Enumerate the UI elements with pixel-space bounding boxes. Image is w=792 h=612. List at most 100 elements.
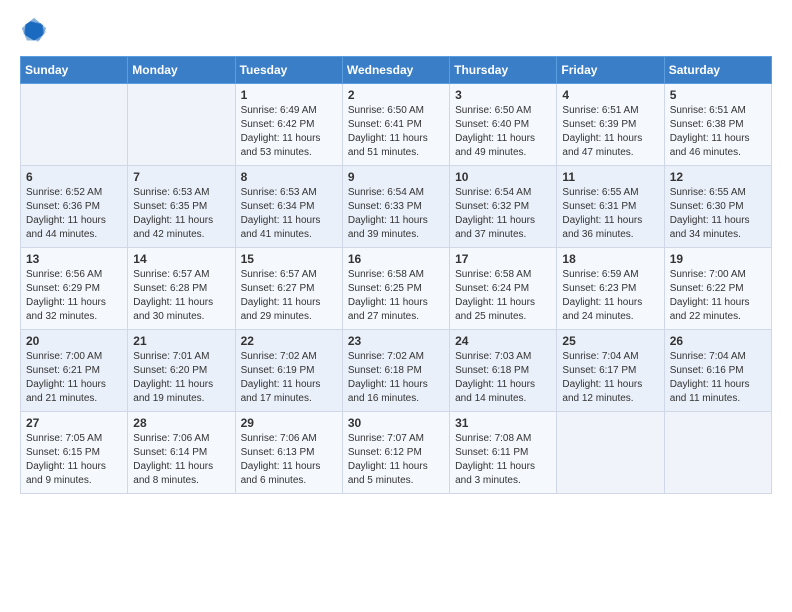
calendar-cell: 21 Sunrise: 7:01 AMSunset: 6:20 PMDaylig…: [128, 330, 235, 412]
day-number: 29: [241, 416, 337, 430]
day-number: 6: [26, 170, 122, 184]
day-number: 21: [133, 334, 229, 348]
calendar-cell: 5 Sunrise: 6:51 AMSunset: 6:38 PMDayligh…: [664, 84, 771, 166]
calendar-cell: [557, 412, 664, 494]
calendar-table: SundayMondayTuesdayWednesdayThursdayFrid…: [20, 56, 772, 494]
calendar-week-row: 13 Sunrise: 6:56 AMSunset: 6:29 PMDaylig…: [21, 248, 772, 330]
calendar-cell: 28 Sunrise: 7:06 AMSunset: 6:14 PMDaylig…: [128, 412, 235, 494]
calendar-week-row: 27 Sunrise: 7:05 AMSunset: 6:15 PMDaylig…: [21, 412, 772, 494]
day-number: 14: [133, 252, 229, 266]
cell-content: Sunrise: 7:04 AMSunset: 6:16 PMDaylight:…: [670, 350, 766, 406]
cell-content: Sunrise: 7:03 AMSunset: 6:18 PMDaylight:…: [455, 350, 551, 406]
header: [20, 16, 772, 44]
cell-content: Sunrise: 7:00 AMSunset: 6:21 PMDaylight:…: [26, 350, 122, 406]
cell-content: Sunrise: 6:55 AMSunset: 6:30 PMDaylight:…: [670, 186, 766, 242]
calendar-cell: 9 Sunrise: 6:54 AMSunset: 6:33 PMDayligh…: [342, 166, 449, 248]
calendar-cell: 7 Sunrise: 6:53 AMSunset: 6:35 PMDayligh…: [128, 166, 235, 248]
cell-content: Sunrise: 6:53 AMSunset: 6:35 PMDaylight:…: [133, 186, 229, 242]
logo: [20, 16, 52, 44]
calendar-cell: 11 Sunrise: 6:55 AMSunset: 6:31 PMDaylig…: [557, 166, 664, 248]
calendar-cell: 18 Sunrise: 6:59 AMSunset: 6:23 PMDaylig…: [557, 248, 664, 330]
calendar-cell: [664, 412, 771, 494]
calendar-cell: 25 Sunrise: 7:04 AMSunset: 6:17 PMDaylig…: [557, 330, 664, 412]
calendar-week-row: 6 Sunrise: 6:52 AMSunset: 6:36 PMDayligh…: [21, 166, 772, 248]
calendar-cell: 31 Sunrise: 7:08 AMSunset: 6:11 PMDaylig…: [450, 412, 557, 494]
calendar-cell: 16 Sunrise: 6:58 AMSunset: 6:25 PMDaylig…: [342, 248, 449, 330]
weekday-header: Tuesday: [235, 57, 342, 84]
cell-content: Sunrise: 7:06 AMSunset: 6:13 PMDaylight:…: [241, 432, 337, 488]
calendar-cell: 8 Sunrise: 6:53 AMSunset: 6:34 PMDayligh…: [235, 166, 342, 248]
cell-content: Sunrise: 6:50 AMSunset: 6:40 PMDaylight:…: [455, 104, 551, 160]
day-number: 13: [26, 252, 122, 266]
calendar-cell: 26 Sunrise: 7:04 AMSunset: 6:16 PMDaylig…: [664, 330, 771, 412]
day-number: 2: [348, 88, 444, 102]
cell-content: Sunrise: 6:56 AMSunset: 6:29 PMDaylight:…: [26, 268, 122, 324]
cell-content: Sunrise: 7:01 AMSunset: 6:20 PMDaylight:…: [133, 350, 229, 406]
weekday-header: Friday: [557, 57, 664, 84]
cell-content: Sunrise: 6:51 AMSunset: 6:39 PMDaylight:…: [562, 104, 658, 160]
calendar-week-row: 20 Sunrise: 7:00 AMSunset: 6:21 PMDaylig…: [21, 330, 772, 412]
cell-content: Sunrise: 6:58 AMSunset: 6:25 PMDaylight:…: [348, 268, 444, 324]
logo-icon: [20, 16, 48, 44]
day-number: 18: [562, 252, 658, 266]
calendar-cell: 4 Sunrise: 6:51 AMSunset: 6:39 PMDayligh…: [557, 84, 664, 166]
cell-content: Sunrise: 6:53 AMSunset: 6:34 PMDaylight:…: [241, 186, 337, 242]
calendar-cell: 13 Sunrise: 6:56 AMSunset: 6:29 PMDaylig…: [21, 248, 128, 330]
day-number: 24: [455, 334, 551, 348]
day-number: 11: [562, 170, 658, 184]
calendar-cell: 30 Sunrise: 7:07 AMSunset: 6:12 PMDaylig…: [342, 412, 449, 494]
weekday-header: Saturday: [664, 57, 771, 84]
cell-content: Sunrise: 7:02 AMSunset: 6:18 PMDaylight:…: [348, 350, 444, 406]
cell-content: Sunrise: 6:49 AMSunset: 6:42 PMDaylight:…: [241, 104, 337, 160]
calendar-cell: 22 Sunrise: 7:02 AMSunset: 6:19 PMDaylig…: [235, 330, 342, 412]
day-number: 10: [455, 170, 551, 184]
day-number: 16: [348, 252, 444, 266]
day-number: 5: [670, 88, 766, 102]
calendar-cell: 10 Sunrise: 6:54 AMSunset: 6:32 PMDaylig…: [450, 166, 557, 248]
cell-content: Sunrise: 6:55 AMSunset: 6:31 PMDaylight:…: [562, 186, 658, 242]
cell-content: Sunrise: 7:05 AMSunset: 6:15 PMDaylight:…: [26, 432, 122, 488]
weekday-header: Sunday: [21, 57, 128, 84]
day-number: 15: [241, 252, 337, 266]
calendar-cell: 1 Sunrise: 6:49 AMSunset: 6:42 PMDayligh…: [235, 84, 342, 166]
day-number: 27: [26, 416, 122, 430]
day-number: 1: [241, 88, 337, 102]
cell-content: Sunrise: 6:52 AMSunset: 6:36 PMDaylight:…: [26, 186, 122, 242]
calendar-cell: 29 Sunrise: 7:06 AMSunset: 6:13 PMDaylig…: [235, 412, 342, 494]
calendar-cell: [21, 84, 128, 166]
calendar-cell: 24 Sunrise: 7:03 AMSunset: 6:18 PMDaylig…: [450, 330, 557, 412]
weekday-header: Wednesday: [342, 57, 449, 84]
calendar-cell: 27 Sunrise: 7:05 AMSunset: 6:15 PMDaylig…: [21, 412, 128, 494]
day-number: 19: [670, 252, 766, 266]
cell-content: Sunrise: 6:54 AMSunset: 6:33 PMDaylight:…: [348, 186, 444, 242]
day-number: 4: [562, 88, 658, 102]
cell-content: Sunrise: 6:58 AMSunset: 6:24 PMDaylight:…: [455, 268, 551, 324]
day-number: 23: [348, 334, 444, 348]
calendar-cell: [128, 84, 235, 166]
day-number: 25: [562, 334, 658, 348]
cell-content: Sunrise: 7:07 AMSunset: 6:12 PMDaylight:…: [348, 432, 444, 488]
day-number: 9: [348, 170, 444, 184]
calendar-cell: 17 Sunrise: 6:58 AMSunset: 6:24 PMDaylig…: [450, 248, 557, 330]
cell-content: Sunrise: 6:57 AMSunset: 6:28 PMDaylight:…: [133, 268, 229, 324]
cell-content: Sunrise: 6:50 AMSunset: 6:41 PMDaylight:…: [348, 104, 444, 160]
calendar-cell: 12 Sunrise: 6:55 AMSunset: 6:30 PMDaylig…: [664, 166, 771, 248]
cell-content: Sunrise: 7:04 AMSunset: 6:17 PMDaylight:…: [562, 350, 658, 406]
calendar-cell: 15 Sunrise: 6:57 AMSunset: 6:27 PMDaylig…: [235, 248, 342, 330]
calendar-cell: 2 Sunrise: 6:50 AMSunset: 6:41 PMDayligh…: [342, 84, 449, 166]
cell-content: Sunrise: 6:59 AMSunset: 6:23 PMDaylight:…: [562, 268, 658, 324]
day-number: 28: [133, 416, 229, 430]
cell-content: Sunrise: 7:08 AMSunset: 6:11 PMDaylight:…: [455, 432, 551, 488]
calendar-cell: 3 Sunrise: 6:50 AMSunset: 6:40 PMDayligh…: [450, 84, 557, 166]
day-number: 22: [241, 334, 337, 348]
calendar-cell: 23 Sunrise: 7:02 AMSunset: 6:18 PMDaylig…: [342, 330, 449, 412]
calendar-cell: 19 Sunrise: 7:00 AMSunset: 6:22 PMDaylig…: [664, 248, 771, 330]
calendar-week-row: 1 Sunrise: 6:49 AMSunset: 6:42 PMDayligh…: [21, 84, 772, 166]
calendar-cell: 20 Sunrise: 7:00 AMSunset: 6:21 PMDaylig…: [21, 330, 128, 412]
day-number: 8: [241, 170, 337, 184]
day-number: 30: [348, 416, 444, 430]
weekday-header: Monday: [128, 57, 235, 84]
weekday-header: Thursday: [450, 57, 557, 84]
day-number: 17: [455, 252, 551, 266]
calendar-cell: 14 Sunrise: 6:57 AMSunset: 6:28 PMDaylig…: [128, 248, 235, 330]
